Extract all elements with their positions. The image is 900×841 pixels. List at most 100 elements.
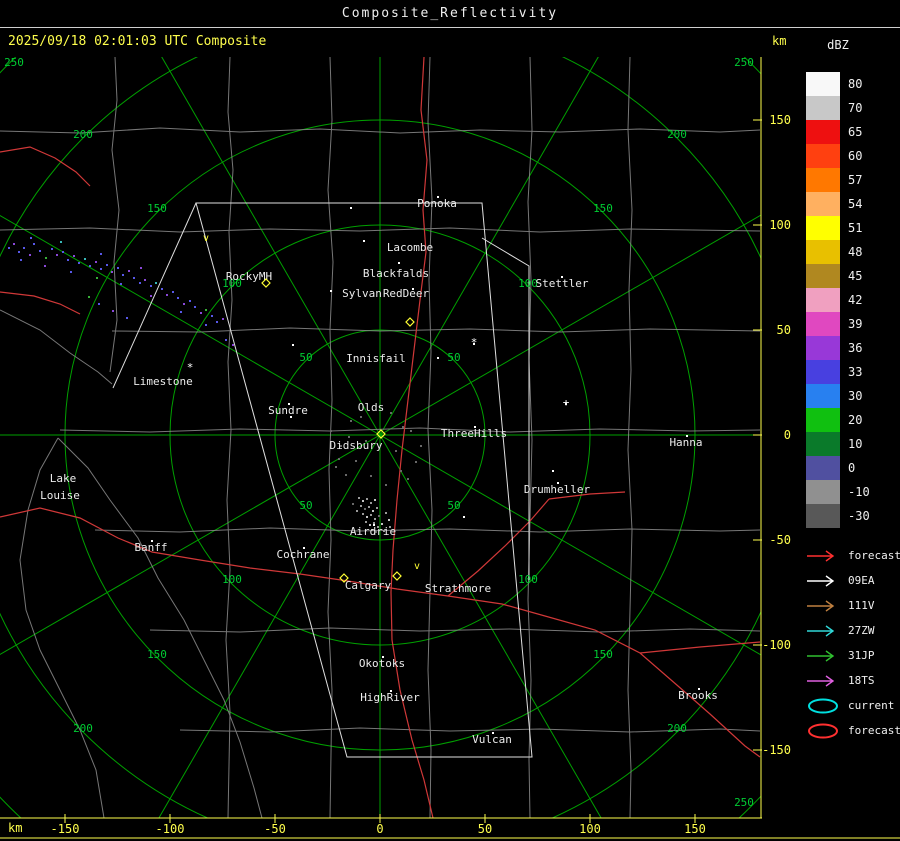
colorbar-value: 33 [848,365,863,379]
legend-label: 18TS [848,674,875,687]
city-label: Limestone [133,375,193,388]
colorbar-value: 10 [848,437,863,451]
colorbar-entry: 60 [806,144,870,168]
forecast-ellipse-icon [808,723,838,738]
range-ring-label: 250 [734,56,754,69]
colorbar-value: 48 [848,245,863,259]
range-ring-label: 150 [593,648,613,661]
colorbar-value: 45 [848,269,863,283]
bottom-axis-label: 100 [579,822,601,836]
colorbar-unit: dBZ [827,38,849,52]
range-ring-label: 150 [147,648,167,661]
right-axis-unit: km [772,34,787,48]
legend-label: 31JP [848,649,875,662]
legend-label: 27ZW [848,624,875,637]
colorbar-value: 36 [848,341,863,355]
radar-map[interactable]: 2502001501005025020015010050501001502005… [0,0,900,841]
range-ring-label: 50 [447,351,460,364]
legend-item: forecast [806,543,900,568]
timestamp: 2025/09/18 02:01:03 UTC Composite [8,34,267,49]
colorbar-entry: 51 [806,216,870,240]
colorbar-swatch [806,72,840,96]
city-label: ThreeHills [441,427,507,440]
range-ring-label: 250 [734,796,754,809]
colorbar-entry: 65 [806,120,870,144]
range-ring-label: 50 [299,499,312,512]
city-label: Brooks [678,689,718,702]
range-ring-label: 150 [593,202,613,215]
colorbar-value: 42 [848,293,863,307]
range-ring-label: 200 [73,128,93,141]
right-axis-label: -50 [769,533,791,547]
window-title: Composite_Reflectivity [341,6,559,21]
colorbar-entry: 36 [806,336,870,360]
legend-item: 111V [806,593,900,618]
colorbar-swatch [806,168,840,192]
legend-label: current [848,699,895,712]
right-axis-label: 0 [784,428,791,442]
point-symbol-icon: * [471,336,478,349]
point-symbol-icon: * [187,361,194,374]
legend-label: 09EA [848,574,875,587]
right-axis-label: 150 [769,113,791,127]
bottom-axis-label: 150 [684,822,706,836]
city-label: Sylvan [342,287,382,300]
colorbar-swatch [806,480,840,504]
colorbar-value: 57 [848,173,863,187]
right-axis-label: -150 [762,743,791,757]
city-label: Innisfail [346,352,406,365]
colorbar-swatch [806,456,840,480]
colorbar-entry: 70 [806,96,870,120]
colorbar-swatch [806,120,840,144]
colorbar-swatch [806,312,840,336]
current-ellipse-icon [808,698,838,713]
axes: 150100500-50-100-150-150 -100 -50 0 50 100 150 [0,57,900,839]
city-label: Hanna [669,436,702,449]
city-label: Strathmore [425,582,491,595]
legend-item: 09EA [806,568,900,593]
legend-item: 18TS [806,668,900,693]
27ZW-arrow-icon [807,624,835,637]
city-label: HighRiver [360,691,420,704]
bottom-axis-label: 50 [478,822,492,836]
city-label: Sundre [268,404,308,417]
range-ring-label: 200 [73,722,93,735]
18TS-arrow-icon [807,674,835,687]
colorbar-value: 30 [848,389,863,403]
colorbar-entry: 30 [806,384,870,408]
city-label: RockyMH [226,270,272,283]
colorbar-value: 39 [848,317,863,331]
colorbar-entries: 80 70 65 60 57 54 51 48 45 42 39 36 33 30 20 10 0 -10 -30 [806,72,870,528]
city-label: Ponoka [417,197,457,210]
bottom-axis-label: -150 [51,822,80,836]
colorbar-entry: -10 [806,480,870,504]
colorbar-entry: 54 [806,192,870,216]
city-label: Lake [50,472,77,485]
title-bar: Composite_Reflectivity [0,0,900,28]
colorbar-swatch [806,432,840,456]
right-axis-label: 100 [769,218,791,232]
colorbar-entry: 57 [806,168,870,192]
range-ring-label: 200 [667,128,687,141]
colorbar-entry: 45 [806,264,870,288]
colorbar-swatch [806,408,840,432]
city-label: Banff [134,541,167,554]
point-symbol-icon: + [563,396,570,409]
colorbar-swatch [806,240,840,264]
city-label: Lacombe [387,241,433,254]
city-label: Stettler [536,277,589,290]
legend-label: 111V [848,599,875,612]
city-label: Blackfalds [363,267,429,280]
colorbar-swatch [806,336,840,360]
colorbar-entry: 80 [806,72,870,96]
map-layers: 2502001501005025020015010050501001502005… [0,56,761,818]
city-label: Vulcan [472,733,512,746]
city-label: RedDeer [383,287,430,300]
colorbar-entry: 42 [806,288,870,312]
city-label: Drumheller [524,483,591,496]
colorbar-entry: 20 [806,408,870,432]
31JP-arrow-icon [807,649,835,662]
legend-item: 27ZW [806,618,900,643]
colorbar-entry: 48 [806,240,870,264]
colorbar-swatch [806,264,840,288]
